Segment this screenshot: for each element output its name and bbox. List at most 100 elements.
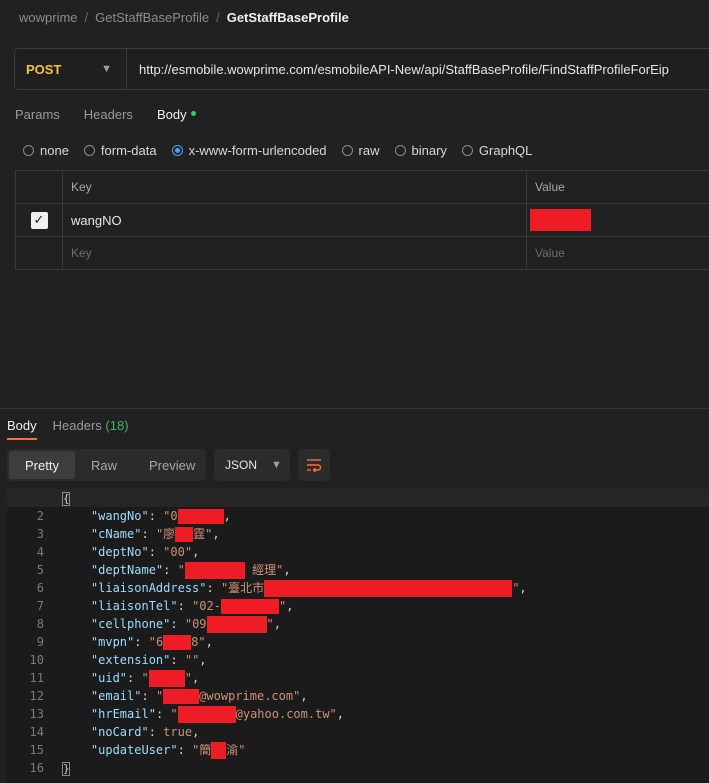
tab-body[interactable]: Body (157, 107, 196, 122)
radio-graphql[interactable]: GraphQL (461, 142, 533, 158)
chevron-down-icon: ▼ (271, 459, 282, 471)
json-key: "cName" (90, 527, 142, 541)
view-preview-button[interactable]: Preview (133, 451, 211, 479)
code-line: "hrEmail": " @yahoo.com.tw", (90, 706, 345, 723)
redaction (206, 616, 267, 633)
code-line: "cellphone": "09 ", (90, 616, 281, 633)
json-key: "liaisonAddress" (90, 581, 207, 595)
radio-none[interactable]: none (23, 143, 69, 158)
line-number: 15 (29, 743, 44, 757)
code-line: "uid": " ", (90, 670, 200, 687)
json-value: "02- (192, 599, 221, 613)
code-line: "mvpn": "6 8", (90, 635, 213, 650)
line-number-gutter: 1 2 3 4 5 6 7 8 9 10 11 12 13 14 15 16 (7, 489, 51, 777)
json-value-suffix: 渝" (226, 743, 246, 757)
json-value: "0 (163, 509, 178, 523)
json-value-suffix: @yahoo.com.tw" (235, 707, 337, 721)
view-raw-button[interactable]: Raw (75, 451, 133, 479)
code-line: "noCard": true, (90, 725, 200, 739)
json-value: "00" (163, 545, 193, 559)
code-line: "extension": "", (90, 653, 207, 667)
breadcrumb-workspace[interactable]: wowprime (19, 10, 78, 25)
json-key: "uid" (90, 671, 128, 685)
radio-label: raw (358, 142, 380, 158)
value-column-header: Value (527, 171, 709, 203)
code-line: "deptNo": "00", (90, 545, 200, 559)
checkbox-checked[interactable]: ✓ (30, 211, 48, 229)
key-input[interactable]: Key (63, 237, 527, 269)
json-key: "deptName" (90, 563, 164, 577)
format-select[interactable]: JSON ▼ (214, 449, 290, 481)
breadcrumb-current[interactable]: GetStaffBaseProfile (227, 10, 349, 25)
radio-icon (394, 144, 406, 156)
json-key: "hrEmail" (90, 707, 156, 721)
response-tab-body[interactable]: Body (7, 418, 37, 440)
response-tab-headers-label: Headers (52, 418, 102, 433)
json-value-suffix: 經理" (252, 563, 284, 577)
body-type-options: none form-data x-www-form-urlencoded raw… (23, 142, 547, 158)
key-column-header: Key (63, 171, 527, 203)
json-value-suffix: 霆" (193, 527, 213, 541)
table-row-empty: Key Value (16, 237, 709, 270)
redaction (177, 509, 224, 524)
view-mode-toggle: Pretty Raw Preview (7, 449, 206, 481)
response-code-view[interactable]: 1 2 3 4 5 6 7 8 9 10 11 12 13 14 15 16 {… (7, 489, 709, 783)
tab-params[interactable]: Params (15, 107, 60, 122)
line-number: 3 (36, 527, 44, 541)
tab-headers[interactable]: Headers (84, 107, 133, 122)
line-number: 2 (36, 509, 44, 523)
json-key: "extension" (90, 653, 171, 667)
radio-label: binary (411, 142, 447, 158)
redaction (220, 599, 279, 614)
redaction (163, 635, 192, 650)
radio-label: none (40, 142, 69, 158)
json-key: "deptNo" (90, 545, 149, 559)
json-key: "liaisonTel" (90, 599, 178, 613)
open-brace: { (62, 491, 70, 506)
breadcrumb-parent[interactable]: GetStaffBaseProfile (95, 10, 209, 25)
line-number: 11 (29, 671, 44, 685)
response-tab-headers[interactable]: Headers (18) (53, 418, 129, 440)
key-placeholder: Key (71, 246, 92, 260)
json-value: "" (184, 653, 200, 667)
json-key: "email" (90, 689, 142, 703)
json-key: "updateUser" (90, 743, 178, 757)
line-number: 5 (36, 563, 44, 577)
header-check-cell (16, 171, 63, 203)
code-line: "cName": "廖 霆", (90, 527, 220, 542)
view-pretty-button[interactable]: Pretty (9, 451, 75, 479)
line-number: 10 (29, 653, 44, 667)
json-value: "廖 (155, 527, 176, 541)
value-cell[interactable] (527, 204, 709, 236)
redaction (211, 742, 227, 759)
method-select[interactable]: POST ▼ (15, 49, 127, 89)
radio-label: GraphQL (478, 142, 533, 158)
code-line: "updateUser": "簡 渝" (90, 742, 246, 759)
pane-divider[interactable] (0, 408, 709, 409)
breadcrumb-separator: / (84, 9, 89, 25)
line-number: 13 (29, 707, 44, 721)
code-lines: { "wangNo": "0, "cName": "廖 霆", "deptNo":… (7, 489, 709, 777)
close-brace: } (62, 761, 70, 776)
json-key: "noCard" (90, 725, 149, 739)
redaction (264, 580, 513, 597)
wrap-lines-button[interactable] (298, 449, 330, 481)
json-value: "簡 (192, 743, 212, 757)
radio-label: form-data (100, 142, 157, 158)
radio-selected-icon (171, 144, 183, 156)
redacted-value (530, 209, 591, 231)
line-number: 7 (36, 599, 44, 613)
radio-x-www-form-urlencoded[interactable]: x-www-form-urlencoded (171, 143, 327, 158)
url-input[interactable]: http://esmobile.wowprime.com/esmobileAPI… (127, 62, 669, 77)
value-input[interactable]: Value (527, 237, 709, 269)
redaction (148, 670, 185, 687)
radio-binary[interactable]: binary (394, 142, 447, 158)
radio-form-data[interactable]: form-data (83, 142, 157, 158)
redaction (184, 562, 245, 579)
format-label: JSON (225, 458, 258, 472)
json-key: "cellphone" (90, 617, 171, 631)
key-cell[interactable]: wangNO (63, 204, 527, 236)
json-value: "09 (184, 617, 207, 631)
radio-raw[interactable]: raw (341, 142, 380, 158)
radio-icon (461, 144, 473, 156)
